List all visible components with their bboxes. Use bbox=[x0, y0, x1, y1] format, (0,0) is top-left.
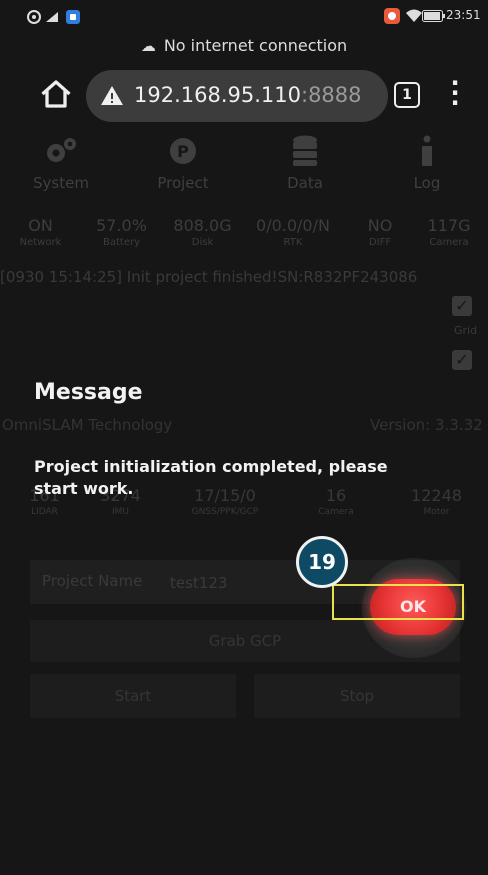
cloud-off-icon: ☁ bbox=[140, 37, 156, 55]
info-icon bbox=[366, 128, 488, 174]
not-secure-warning-icon[interactable] bbox=[100, 84, 124, 108]
step-number-badge: 19 bbox=[296, 536, 348, 588]
home-icon[interactable] bbox=[38, 76, 74, 112]
stat-disk: 808.0G Disk bbox=[173, 216, 232, 248]
clock: 23:51 bbox=[446, 8, 481, 22]
nav-data-label: Data bbox=[287, 174, 323, 192]
web-app-page: System P Project Data Log ON Network 57.0… bbox=[0, 128, 488, 875]
database-icon bbox=[244, 128, 366, 174]
status-icons-left bbox=[27, 10, 80, 24]
nav-project-label: Project bbox=[157, 174, 209, 192]
dialog-message: Project initialization completed, please… bbox=[34, 457, 388, 498]
svg-text:P: P bbox=[177, 142, 189, 161]
nav-log-label: Log bbox=[413, 174, 441, 192]
connection-banner: ☁ No internet connection bbox=[0, 30, 488, 62]
url-text[interactable]: 192.168.95.110:8888 bbox=[134, 83, 362, 107]
project-name-label: Project Name bbox=[42, 572, 143, 590]
dialog-title: Message bbox=[34, 380, 143, 405]
status-bar: 23:51 bbox=[0, 0, 488, 30]
tab-switcher-button[interactable]: 1 bbox=[394, 82, 420, 108]
nav-data[interactable]: Data bbox=[244, 128, 366, 210]
nav-log[interactable]: Log bbox=[366, 128, 488, 210]
url-host: 192.168.95.110 bbox=[134, 83, 301, 107]
browser-toolbar: 192.168.95.110:8888 1 · · · bbox=[0, 62, 488, 128]
project-name-input[interactable]: test123 bbox=[170, 574, 227, 592]
gears-icon bbox=[0, 128, 122, 174]
annotation-highlight-box bbox=[332, 584, 464, 620]
option-checkbox[interactable]: ✓ bbox=[452, 296, 472, 316]
stat-battery: 57.0% Battery bbox=[96, 216, 147, 248]
nav-project[interactable]: P Project bbox=[122, 128, 244, 210]
stat-rtk: 0/0.0/0/N RTK bbox=[256, 216, 330, 248]
grid-checkbox[interactable]: ✓ bbox=[452, 350, 472, 370]
stat-camera: 117G Camera bbox=[427, 216, 471, 248]
stop-button[interactable]: Stop bbox=[254, 674, 460, 718]
nav-system[interactable]: System bbox=[0, 128, 122, 210]
url-bar[interactable]: 192.168.95.110:8888 bbox=[86, 70, 388, 122]
url-port: :8888 bbox=[301, 83, 362, 107]
more-options-icon[interactable]: · · · bbox=[450, 71, 460, 115]
log-line: [0930 15:14:25] Init project finished!SN… bbox=[0, 268, 418, 286]
tech-name: OmniSLAM Technology bbox=[2, 416, 173, 434]
stat-diff: NO DIFF bbox=[367, 216, 393, 248]
p-circle-icon: P bbox=[122, 128, 244, 174]
grid-label: Grid bbox=[454, 324, 478, 337]
connection-text: No internet connection bbox=[163, 36, 348, 55]
battery-icon bbox=[422, 10, 445, 22]
tech-version: Version: 3.3.32 bbox=[370, 416, 483, 434]
nav-system-label: System bbox=[33, 174, 89, 192]
start-button[interactable]: Start bbox=[30, 674, 236, 718]
stat-network: ON Network bbox=[19, 216, 62, 248]
